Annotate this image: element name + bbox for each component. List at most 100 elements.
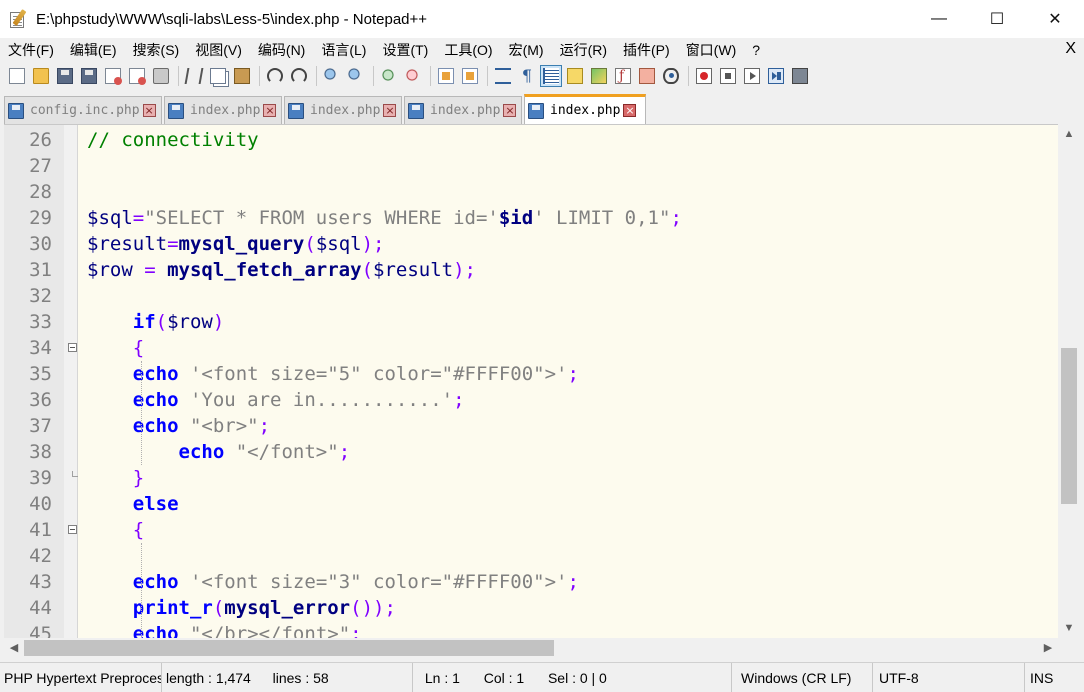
tab-index-php-1[interactable]: index.php × — [164, 96, 282, 124]
stop-macro-button[interactable] — [717, 65, 739, 87]
play-macro-button[interactable] — [741, 65, 763, 87]
code-token: ( — [304, 233, 316, 255]
tab-index-php-active[interactable]: index.php × — [524, 94, 646, 124]
sync-horizontal-button[interactable] — [459, 65, 481, 87]
folder-as-workspace-button[interactable] — [636, 65, 658, 87]
menu-window[interactable]: 窗口(W) — [678, 40, 745, 60]
close-document-button[interactable]: X — [1065, 40, 1076, 58]
scroll-up-arrow[interactable]: ▲ — [1058, 124, 1080, 144]
vertical-scroll-thumb[interactable] — [1061, 348, 1077, 504]
save-all-button[interactable] — [78, 65, 100, 87]
menu-help[interactable]: ? — [744, 42, 768, 58]
code-line[interactable]: if($row) — [87, 309, 1058, 335]
menu-edit[interactable]: 编辑(E) — [62, 40, 125, 60]
indent-guide-button[interactable] — [540, 65, 562, 87]
toolbar-separator — [316, 66, 317, 86]
code-line[interactable]: // connectivity — [87, 127, 1058, 153]
menu-encoding[interactable]: 编码(N) — [250, 40, 313, 60]
code-line[interactable]: else — [87, 491, 1058, 517]
open-file-button[interactable] — [30, 65, 52, 87]
close-all-button[interactable] — [126, 65, 148, 87]
code-line[interactable]: } — [87, 465, 1058, 491]
horizontal-scrollbar[interactable]: ◀ ▶ — [4, 638, 1058, 658]
code-token: '<font size="3" color="#FFFF00">' — [189, 571, 568, 593]
code-line[interactable]: print_r(mysql_error()); — [87, 595, 1058, 621]
close-button[interactable] — [102, 65, 124, 87]
code-line[interactable]: { — [87, 335, 1058, 361]
code-token: mysql_error — [224, 597, 351, 619]
code-line[interactable]: echo "</br></font>"; — [87, 621, 1058, 638]
tab-close-icon[interactable]: × — [383, 104, 397, 117]
code-line[interactable]: { — [87, 517, 1058, 543]
tab-index-php-2[interactable]: index.php × — [284, 96, 402, 124]
replace-button[interactable] — [345, 65, 367, 87]
vertical-scrollbar[interactable]: ▲ ▼ — [1058, 124, 1080, 638]
saved-file-icon — [8, 102, 24, 119]
minimize-button[interactable]: — — [910, 0, 968, 38]
code-line[interactable]: echo "<br>"; — [87, 413, 1058, 439]
find-button[interactable] — [321, 65, 343, 87]
code-line[interactable] — [87, 153, 1058, 179]
save-macro-button[interactable] — [789, 65, 811, 87]
word-wrap-button[interactable] — [492, 65, 514, 87]
save-button[interactable] — [54, 65, 76, 87]
new-file-button[interactable] — [6, 65, 28, 87]
monitoring-button[interactable] — [660, 65, 682, 87]
sync-vertical-button[interactable] — [435, 65, 457, 87]
menu-macro[interactable]: 宏(M) — [501, 40, 552, 60]
scroll-left-arrow[interactable]: ◀ — [4, 638, 24, 658]
tab-index-php-3[interactable]: index.php × — [404, 96, 522, 124]
maximize-button[interactable]: ☐ — [968, 0, 1026, 38]
scroll-down-arrow[interactable]: ▼ — [1058, 618, 1080, 638]
code-line[interactable]: echo 'You are in...........'; — [87, 387, 1058, 413]
show-all-chars-button[interactable]: ¶ — [516, 65, 538, 87]
code-line[interactable]: $sql="SELECT * FROM users WHERE id='$id'… — [87, 205, 1058, 231]
code-editor[interactable]: // connectivity $sql="SELECT * FROM users… — [4, 124, 1058, 638]
paste-button[interactable] — [231, 65, 253, 87]
menu-run[interactable]: 运行(R) — [552, 40, 615, 60]
code-line[interactable] — [87, 283, 1058, 309]
menu-search[interactable]: 搜索(S) — [125, 40, 188, 60]
menu-plugins[interactable]: 插件(P) — [615, 40, 678, 60]
status-encoding: UTF-8 — [875, 663, 1025, 692]
print-button[interactable] — [150, 65, 172, 87]
fold-toggle-icon[interactable] — [68, 525, 77, 534]
tab-close-icon[interactable]: × — [263, 104, 277, 117]
tab-close-icon[interactable]: × — [503, 104, 517, 117]
code-line[interactable]: $result=mysql_query($sql); — [87, 231, 1058, 257]
zoom-out-button[interactable] — [402, 65, 424, 87]
code-line[interactable]: echo '<font size="3" color="#FFFF00">'; — [87, 569, 1058, 595]
tab-close-icon[interactable]: × — [623, 104, 637, 117]
zoom-in-button[interactable] — [378, 65, 400, 87]
code-line[interactable]: echo '<font size="5" color="#FFFF00">'; — [87, 361, 1058, 387]
toolbar-separator — [487, 66, 488, 86]
cut-button[interactable] — [183, 65, 205, 87]
menu-settings[interactable]: 设置(T) — [374, 40, 436, 60]
record-macro-button[interactable] — [693, 65, 715, 87]
tab-close-icon[interactable]: × — [142, 104, 156, 117]
run-macro-multiple-button[interactable] — [765, 65, 787, 87]
copy-button[interactable] — [207, 65, 229, 87]
code-text-area[interactable]: // connectivity $sql="SELECT * FROM users… — [79, 125, 1058, 638]
redo-button[interactable] — [288, 65, 310, 87]
menu-file[interactable]: 文件(F) — [0, 40, 62, 60]
code-token: echo — [132, 389, 179, 411]
menu-tools[interactable]: 工具(O) — [436, 40, 500, 60]
close-window-button[interactable]: ✕ — [1026, 0, 1084, 38]
user-language-button[interactable] — [564, 65, 586, 87]
menu-view[interactable]: 视图(V) — [187, 40, 250, 60]
tab-config-inc-php[interactable]: config.inc.php × — [4, 96, 162, 124]
function-list-button[interactable] — [612, 65, 634, 87]
scroll-right-arrow[interactable]: ▶ — [1038, 638, 1058, 658]
document-map-button[interactable] — [588, 65, 610, 87]
code-line[interactable] — [87, 543, 1058, 569]
horizontal-scroll-thumb[interactable] — [24, 640, 554, 656]
code-line[interactable]: echo "</font>"; — [87, 439, 1058, 465]
fold-toggle-icon[interactable] — [68, 343, 77, 352]
code-line[interactable] — [87, 179, 1058, 205]
undo-button[interactable] — [264, 65, 286, 87]
code-line[interactable]: $row = mysql_fetch_array($result); — [87, 257, 1058, 283]
menu-language[interactable]: 语言(L) — [313, 40, 374, 60]
